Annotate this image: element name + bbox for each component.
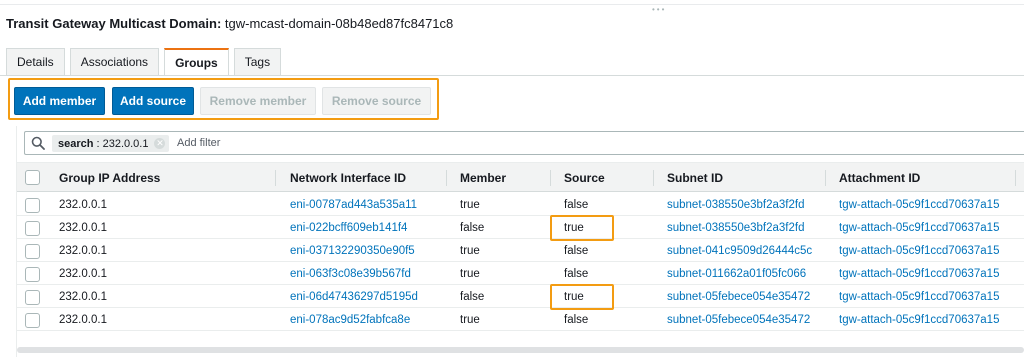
column-header-source[interactable]: Source — [564, 163, 605, 193]
filter-token-value: : 232.0.0.1 — [96, 137, 149, 150]
filter-bar[interactable]: search : 232.0.0.1 ✕ Add filter — [24, 131, 1024, 155]
search-icon — [31, 136, 45, 150]
cell-network-interface-link[interactable]: eni-00787ad443a535a11 — [290, 195, 417, 216]
filter-token: search : 232.0.0.1 ✕ — [52, 135, 170, 152]
cell-network-interface-link[interactable]: eni-078ac9d52fabfca8e — [290, 310, 410, 331]
horizontal-scrollbar[interactable] — [17, 347, 1024, 353]
table-header: Group IP Address Network Interface ID Me… — [17, 162, 1024, 192]
cell-source: true — [550, 284, 614, 310]
cell-subnet-link[interactable]: subnet-011662a01f05fc066 — [667, 264, 806, 285]
cell-source: false — [564, 199, 589, 211]
cell-member: true — [460, 314, 480, 326]
tab-groups[interactable]: Groups — [164, 48, 229, 76]
cell-member: true — [460, 199, 480, 211]
cell-subnet-link[interactable]: subnet-05febece054e35472 — [667, 310, 810, 331]
cell-network-interface-link[interactable]: eni-06d47436297d5195d — [290, 287, 418, 308]
cell-member: false — [460, 222, 485, 234]
page-title-label: Transit Gateway Multicast Domain: — [6, 16, 222, 31]
action-button-group: Add member Add source Remove member Remo… — [8, 78, 439, 120]
cell-attachment-link[interactable]: tgw-attach-05c9f1ccd70637a15 — [839, 218, 999, 239]
tab-bar: Details Associations Groups Tags — [6, 48, 286, 76]
column-header-attachment-id[interactable]: Attachment ID — [839, 163, 920, 193]
add-filter-input[interactable]: Add filter — [177, 137, 220, 149]
cell-source: false — [564, 314, 589, 326]
cell-group-ip: 232.0.0.1 — [59, 314, 107, 326]
column-divider — [825, 170, 826, 186]
tab-details[interactable]: Details — [6, 48, 65, 75]
column-divider — [275, 170, 276, 186]
column-divider — [1015, 170, 1016, 186]
cell-subnet-link[interactable]: subnet-038550e3bf2a3f2fd — [667, 218, 804, 239]
tab-associations[interactable]: Associations — [69, 48, 160, 75]
row-checkbox[interactable] — [25, 221, 40, 236]
table-row[interactable]: 232.0.0.1 eni-078ac9d52fabfca8e true false s… — [17, 310, 1024, 331]
remove-filter-icon[interactable]: ✕ — [154, 138, 166, 149]
remove-source-button[interactable]: Remove source — [322, 87, 431, 115]
resize-handle-icon[interactable]: ••• — [652, 6, 666, 14]
row-checkbox[interactable] — [25, 267, 40, 282]
cell-member: true — [460, 268, 480, 280]
cell-group-ip: 232.0.0.1 — [59, 199, 107, 211]
add-member-button[interactable]: Add member — [14, 87, 105, 115]
row-checkbox[interactable] — [25, 244, 40, 259]
page-title: Transit Gateway Multicast Domain: tgw-mc… — [6, 16, 453, 32]
column-header-group-ip[interactable]: Group IP Address — [59, 163, 160, 193]
source-highlight-box — [550, 215, 614, 241]
cell-subnet-link[interactable]: subnet-041c9509d26444c5c — [667, 241, 812, 262]
table-row[interactable]: 232.0.0.1 eni-037132290350e90f5 true false s… — [17, 241, 1024, 262]
column-divider — [653, 170, 654, 186]
tab-divider — [0, 75, 1024, 76]
column-divider — [550, 170, 551, 186]
top-divider — [0, 4, 1024, 5]
cell-source: false — [564, 245, 589, 257]
table-row[interactable]: 232.0.0.1 eni-022bcff609eb141f4 false true s… — [17, 215, 1024, 241]
select-all-checkbox[interactable] — [25, 170, 40, 185]
cell-attachment-link[interactable]: tgw-attach-05c9f1ccd70637a15 — [839, 195, 999, 216]
cell-group-ip: 232.0.0.1 — [59, 268, 107, 280]
column-header-subnet-id[interactable]: Subnet ID — [667, 163, 723, 193]
remove-member-button[interactable]: Remove member — [200, 87, 316, 115]
cell-attachment-link[interactable]: tgw-attach-05c9f1ccd70637a15 — [839, 241, 999, 262]
cell-network-interface-link[interactable]: eni-063f3c08e39b567fd — [290, 264, 411, 285]
table-row[interactable]: 232.0.0.1 eni-063f3c08e39b567fd true false s… — [17, 264, 1024, 285]
cell-group-ip: 232.0.0.1 — [59, 245, 107, 257]
cell-attachment-link[interactable]: tgw-attach-05c9f1ccd70637a15 — [839, 264, 999, 285]
column-divider — [446, 170, 447, 186]
cell-network-interface-link[interactable]: eni-037132290350e90f5 — [290, 241, 415, 262]
table-row[interactable]: 232.0.0.1 eni-00787ad443a535a11 true false s… — [17, 195, 1024, 216]
add-source-button[interactable]: Add source — [112, 87, 194, 115]
cell-attachment-link[interactable]: tgw-attach-05c9f1ccd70637a15 — [839, 310, 999, 331]
filter-token-key: search — [58, 137, 94, 150]
cell-attachment-link[interactable]: tgw-attach-05c9f1ccd70637a15 — [839, 287, 999, 308]
row-checkbox[interactable] — [25, 313, 40, 328]
row-checkbox[interactable] — [25, 290, 40, 305]
cell-network-interface-link[interactable]: eni-022bcff609eb141f4 — [290, 218, 407, 239]
cell-group-ip: 232.0.0.1 — [59, 291, 107, 303]
cell-source: true — [550, 215, 614, 241]
cell-subnet-link[interactable]: subnet-038550e3bf2a3f2fd — [667, 195, 804, 216]
tab-tags[interactable]: Tags — [233, 48, 282, 75]
cell-member: false — [460, 291, 485, 303]
source-highlight-box — [550, 284, 614, 310]
page-title-value: tgw-mcast-domain-08b48ed87fc8471c8 — [224, 16, 454, 31]
cell-member: true — [460, 245, 480, 257]
cell-source: false — [564, 268, 589, 280]
cell-subnet-link[interactable]: subnet-05febece054e35472 — [667, 287, 810, 308]
cell-group-ip: 232.0.0.1 — [59, 222, 107, 234]
row-checkbox[interactable] — [25, 198, 40, 213]
column-header-network-interface-id[interactable]: Network Interface ID — [290, 163, 406, 193]
column-header-member[interactable]: Member — [460, 163, 506, 193]
table-row[interactable]: 232.0.0.1 eni-06d47436297d5195d false true s… — [17, 284, 1024, 310]
